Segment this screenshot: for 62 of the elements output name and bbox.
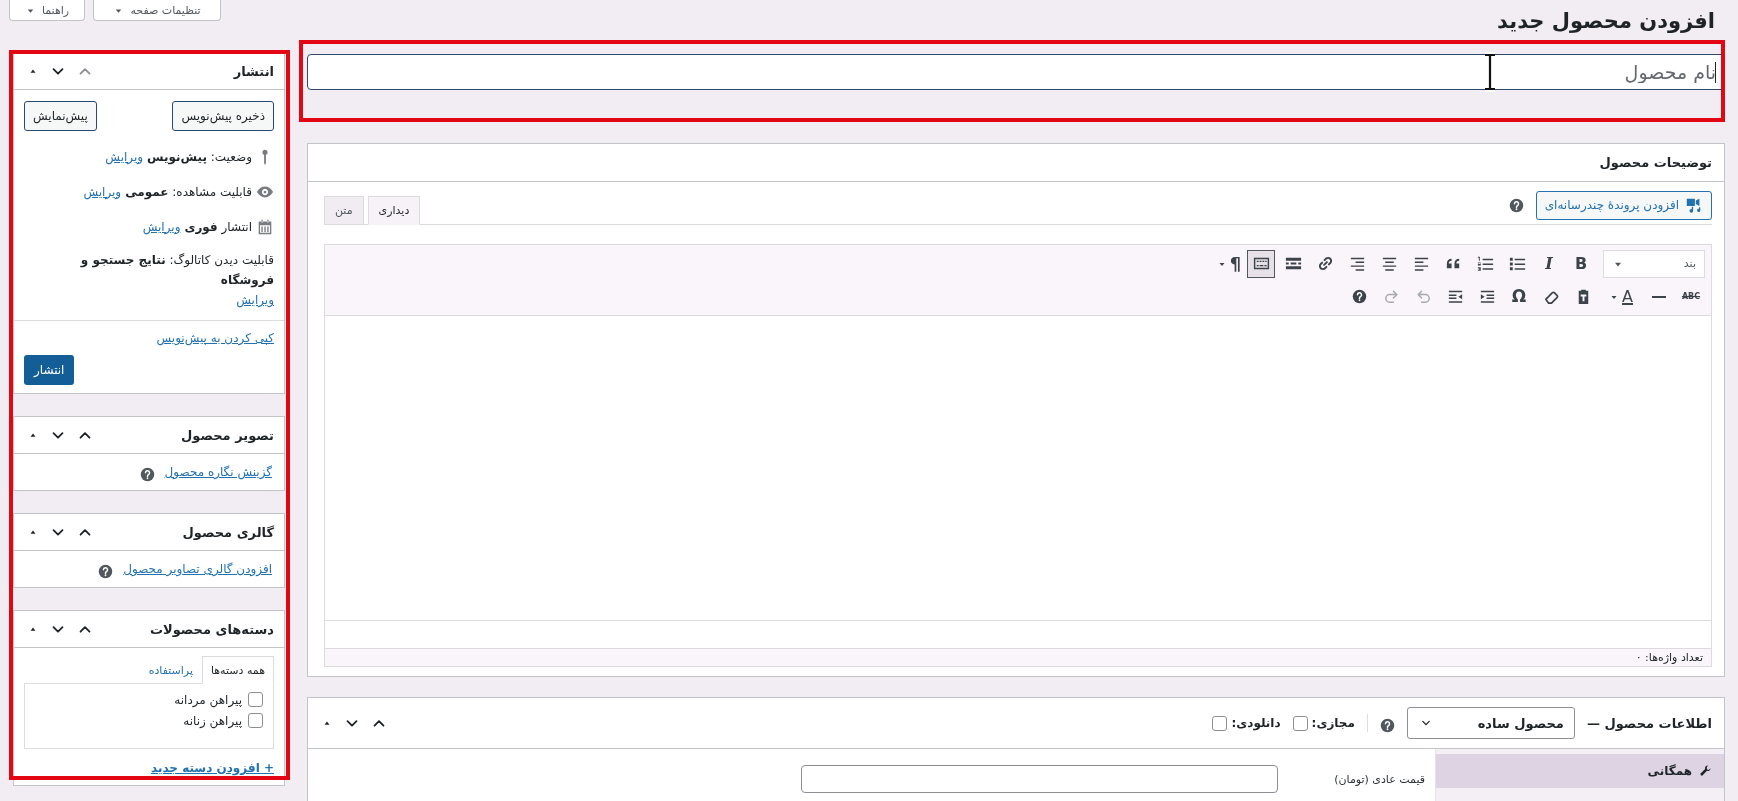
editor-tab[interactable]: متن	[324, 196, 364, 225]
toggle-button[interactable]	[1247, 249, 1275, 278]
omega-button[interactable]: Ω	[1505, 282, 1533, 311]
add-category-link[interactable]: + افزودن دسته جدید	[150, 761, 274, 775]
help-icon[interactable]	[1508, 197, 1524, 213]
text-cursor-icon	[1483, 52, 1497, 92]
publish-setting: قابلیت دیدن کاتالوگ: نتایج جستجو و فروشگاه	[80, 253, 274, 287]
help-icon	[1351, 289, 1367, 304]
preview-button[interactable]: پیش‌نمایش	[24, 101, 97, 131]
edit-link[interactable]: ویرایش	[83, 184, 122, 199]
help-icon[interactable]	[1379, 717, 1395, 733]
price-field[interactable]	[801, 765, 1278, 793]
word-count: تعداد واژه‌ها: ۰	[1635, 651, 1703, 664]
category-checkbox[interactable]	[248, 713, 263, 728]
edit-link[interactable]: ویرایش	[105, 149, 144, 164]
publish-setting: قابلیت مشاهده: عمومی	[125, 184, 252, 199]
publish-setting: انتشار فوری	[184, 219, 252, 234]
strike-button[interactable]: ABC	[1677, 282, 1705, 311]
color-button[interactable]: A	[1601, 282, 1641, 311]
option-label: مجازی:	[1311, 716, 1355, 730]
panel-title: توضیحات محصول	[1599, 155, 1712, 170]
wrench-icon	[1698, 764, 1712, 778]
option-checkbox[interactable]	[1212, 715, 1228, 731]
save-draft-button[interactable]: ذخیره پیش‌نویس	[172, 101, 274, 131]
product-type-select[interactable]: محصول ساده	[1406, 707, 1575, 739]
panel-title: تصویر محصول	[181, 427, 274, 443]
rtl-button[interactable]: ¶	[1215, 249, 1243, 278]
editor-tab[interactable]: دیداری	[367, 196, 421, 225]
category-checkbox[interactable]	[248, 692, 263, 707]
italic-button[interactable]: I	[1535, 249, 1563, 278]
panel-title: دسته‌های محصولات	[149, 621, 274, 637]
media-icon	[1685, 196, 1703, 214]
screen-option-button[interactable]: راهنما	[9, 0, 85, 21]
category-label: پیراهن زنانه	[183, 713, 242, 728]
screen-option-button[interactable]: تنظیمات صفحه	[93, 0, 221, 21]
horizontal-line-icon	[1652, 295, 1666, 298]
publish-setting: وضعیت: پیش‌نویس	[147, 149, 252, 164]
page-title: افزودن محصول جدید	[1496, 8, 1715, 35]
option-label: دانلودی:	[1231, 716, 1281, 730]
product-data-tab[interactable]: همگانی	[1436, 754, 1724, 788]
copy-draft-link[interactable]: کپی کردن به پیش‌نویس	[156, 331, 274, 345]
panel-title: اطلاعات محصول —	[1586, 715, 1712, 731]
edit-link[interactable]: ویرایش	[142, 219, 181, 234]
panel-title: گالری محصول	[182, 524, 274, 540]
set-image-link[interactable]: گزینش نگاره محصول	[164, 465, 272, 479]
category-tab[interactable]: همه دسته‌ها	[201, 656, 274, 684]
publish-button[interactable]: انتشار	[24, 355, 75, 385]
calendar-icon	[256, 217, 274, 236]
panel-title: انتشار	[233, 63, 274, 79]
add-gallery-link[interactable]: افزودن گالری تصاویر محصول	[123, 562, 272, 576]
help-icon[interactable]	[139, 466, 155, 482]
edit-link[interactable]: ویرایش	[236, 290, 274, 310]
numbers-icon	[1475, 254, 1495, 273]
add-media-button[interactable]: افزودن پروندهٔ چندرسانه‌ای	[1535, 190, 1712, 220]
bold-button[interactable]: B	[1567, 249, 1595, 278]
category-label: پیراهن مردانه	[174, 692, 242, 707]
field-label: قیمت عادی (تومان)	[1333, 772, 1426, 786]
option-checkbox[interactable]	[1292, 715, 1308, 731]
category-tab[interactable]: پراستفاده	[139, 656, 202, 684]
text-caret	[1715, 62, 1716, 83]
format-select[interactable]: بند	[1603, 249, 1705, 278]
help-icon[interactable]	[98, 563, 114, 579]
